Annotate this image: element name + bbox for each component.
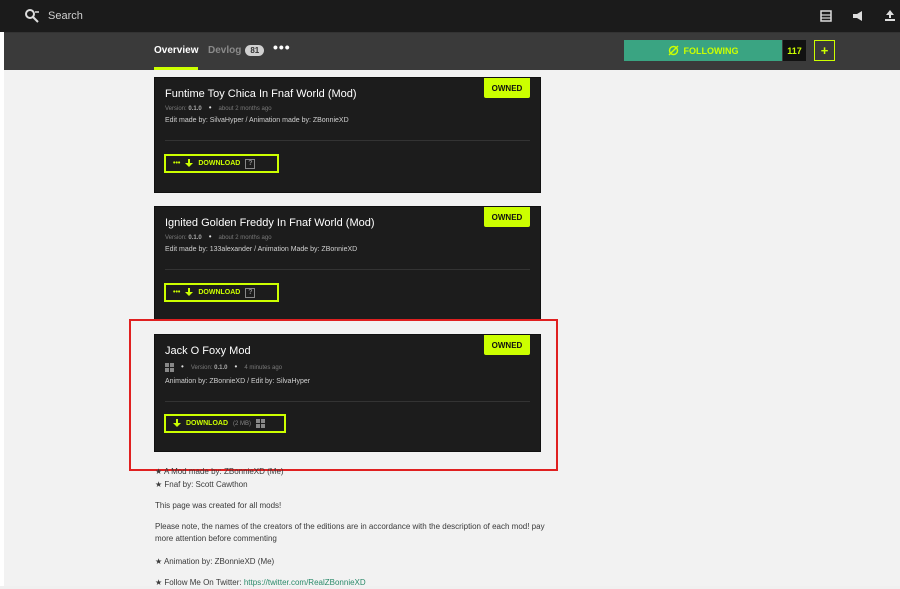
description-line: ★ Animation by: ZBonnieXD (Me) bbox=[155, 557, 275, 566]
unknown-platform-icon: ? bbox=[245, 287, 256, 298]
version-label: Version: bbox=[165, 106, 187, 112]
more-dots-icon: ••• bbox=[173, 289, 181, 296]
dot-separator: • bbox=[208, 232, 212, 241]
tab-overview[interactable]: Overview bbox=[154, 45, 199, 70]
upload-time: about 2 months ago bbox=[218, 235, 272, 241]
description-line: This page was created for all mods! bbox=[155, 501, 282, 510]
sub-navigation: Overview Devlog 81 ••• FOLLOWING 117 + bbox=[4, 33, 900, 70]
divider bbox=[165, 140, 530, 141]
description-line: ★ A Mod made by: ZBonnieXD (Me) bbox=[155, 467, 284, 476]
download-button[interactable]: ••• DOWNLOAD ? bbox=[164, 283, 279, 302]
description-line: ★ Fnaf by: Scott Cawthon bbox=[155, 480, 248, 489]
search-label[interactable]: Search bbox=[48, 10, 83, 22]
version-label: Version: bbox=[165, 235, 187, 241]
library-icon[interactable] bbox=[819, 9, 833, 23]
twitter-line: ★ Follow Me On Twitter: https://twitter.… bbox=[155, 577, 545, 589]
upload-title: Ignited Golden Freddy In Fnaf World (Mod… bbox=[165, 217, 375, 229]
download-label: DOWNLOAD bbox=[198, 289, 241, 296]
download-label: DOWNLOAD bbox=[198, 160, 241, 167]
upload-credits: Edit made by: SilvaHyper / Animation mad… bbox=[165, 117, 349, 124]
devlog-count-badge: 81 bbox=[245, 45, 265, 56]
download-arrow-icon bbox=[185, 159, 194, 167]
unknown-platform-icon: ? bbox=[245, 158, 256, 169]
highlight-box bbox=[129, 319, 558, 471]
unfollow-icon bbox=[668, 45, 678, 56]
following-button[interactable]: FOLLOWING bbox=[624, 40, 782, 61]
more-menu-button[interactable]: ••• bbox=[273, 39, 291, 55]
more-dots-icon: ••• bbox=[173, 160, 181, 167]
add-to-collection-button[interactable]: + bbox=[814, 40, 835, 61]
search-icon[interactable] bbox=[24, 8, 40, 24]
tab-devlog-label: Devlog bbox=[208, 45, 242, 56]
tab-devlog[interactable]: Devlog 81 bbox=[208, 45, 265, 56]
version-number: 0.1.0 bbox=[188, 235, 202, 241]
megaphone-icon[interactable] bbox=[851, 9, 865, 23]
upload-card: Ignited Golden Freddy In Fnaf World (Mod… bbox=[154, 206, 541, 321]
upload-meta: Version: 0.1.0 • about 2 months ago bbox=[165, 103, 272, 112]
dot-separator: • bbox=[208, 103, 212, 112]
top-bar: Search bbox=[0, 0, 900, 33]
upload-card: Funtime Toy Chica In Fnaf World (Mod) Ve… bbox=[154, 77, 541, 193]
divider bbox=[165, 269, 530, 270]
download-arrow-icon bbox=[185, 288, 194, 296]
owned-badge: OWNED bbox=[484, 78, 530, 98]
upload-credits: Edit made by: 133alexander / Animation M… bbox=[165, 246, 358, 253]
upload-title: Funtime Toy Chica In Fnaf World (Mod) bbox=[165, 88, 357, 100]
version-number: 0.1.0 bbox=[188, 106, 202, 112]
following-label: FOLLOWING bbox=[683, 45, 739, 56]
description-paragraph: Please note, the names of the creators o… bbox=[155, 522, 545, 543]
upload-meta: Version: 0.1.0 • about 2 months ago bbox=[165, 232, 272, 241]
upload-time: about 2 months ago bbox=[218, 106, 272, 112]
owned-badge: OWNED bbox=[484, 207, 530, 227]
follower-count: 117 bbox=[783, 40, 806, 61]
upload-icon[interactable] bbox=[883, 9, 897, 23]
download-button[interactable]: ••• DOWNLOAD ? bbox=[164, 154, 279, 173]
